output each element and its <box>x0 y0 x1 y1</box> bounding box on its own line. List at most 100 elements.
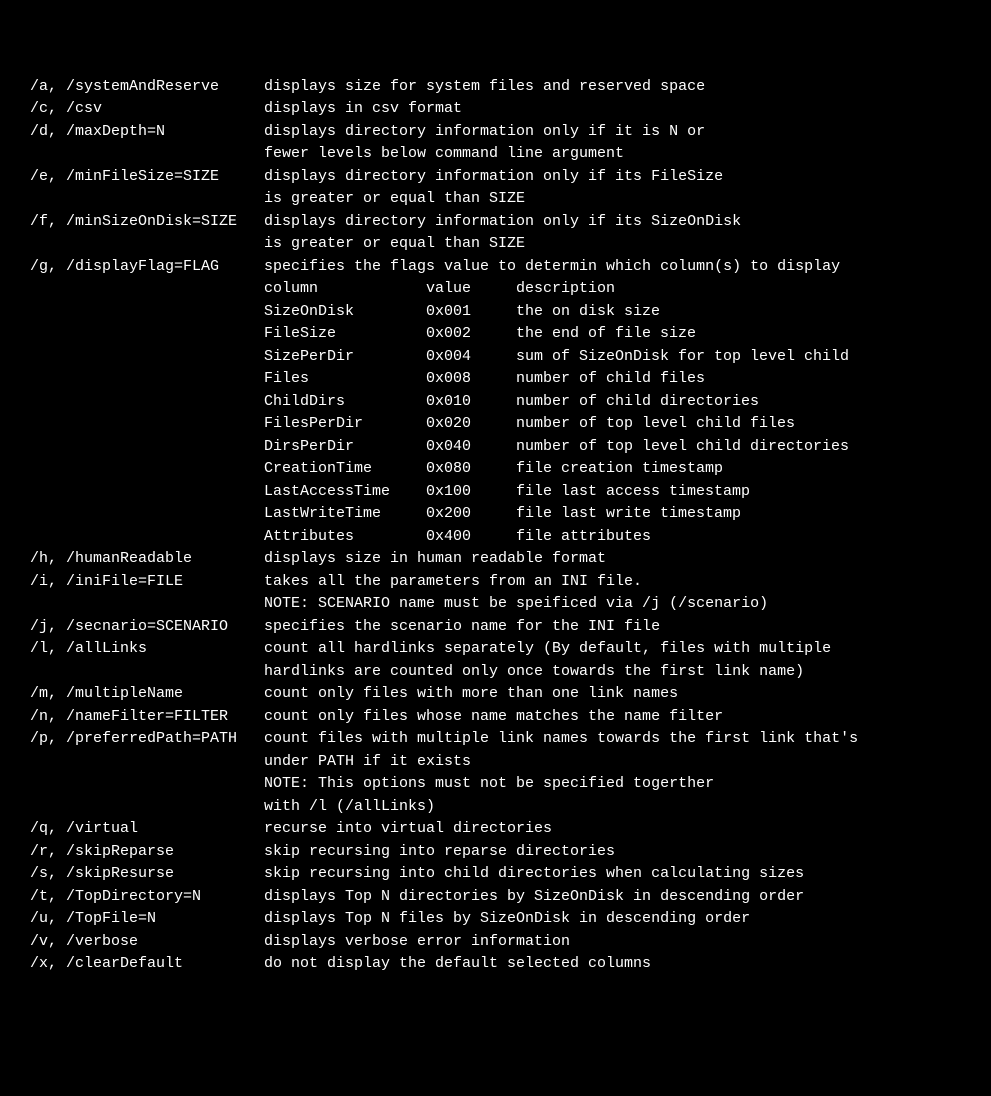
option-flags: /d, /maxDepth=N <box>12 121 264 144</box>
help-option-row: /q, /virtualrecurse into virtual directo… <box>12 818 979 841</box>
option-flags: /n, /nameFilter=FILTER <box>12 706 264 729</box>
flag-table-row: LastWriteTime0x200file last write timest… <box>12 503 979 526</box>
flag-table-row: ChildDirs0x010number of child directorie… <box>12 391 979 414</box>
flag-column-name: column <box>264 278 426 301</box>
flag-description: description <box>516 278 979 301</box>
flag-column-name: SizeOnDisk <box>264 301 426 324</box>
flag-column-name: SizePerDir <box>264 346 426 369</box>
option-description: do not display the default selected colu… <box>264 953 979 976</box>
flag-description: sum of SizeOnDisk for top level child <box>516 346 979 369</box>
option-description: displays directory information only if i… <box>264 166 979 189</box>
flag-column-name: CreationTime <box>264 458 426 481</box>
option-flags: /c, /csv <box>12 98 264 121</box>
option-flags: /q, /virtual <box>12 818 264 841</box>
option-description: takes all the parameters from an INI fil… <box>264 571 979 594</box>
option-description-continuation: NOTE: SCENARIO name must be speificed vi… <box>12 593 979 616</box>
flag-table-row: DirsPerDir0x040number of top level child… <box>12 436 979 459</box>
flag-description: the on disk size <box>516 301 979 324</box>
flag-description: number of top level child directories <box>516 436 979 459</box>
option-description: count only files with more than one link… <box>264 683 979 706</box>
flag-description: number of child directories <box>516 391 979 414</box>
flag-description: number of child files <box>516 368 979 391</box>
option-flags: /g, /displayFlag=FLAG <box>12 256 264 279</box>
flag-table-row: LastAccessTime0x100file last access time… <box>12 481 979 504</box>
option-description-continuation: fewer levels below command line argument <box>12 143 979 166</box>
option-flags: /e, /minFileSize=SIZE <box>12 166 264 189</box>
flag-table-row: CreationTime0x080file creation timestamp <box>12 458 979 481</box>
help-option-row: /v, /verbosedisplays verbose error infor… <box>12 931 979 954</box>
flag-column-name: LastAccessTime <box>264 481 426 504</box>
flag-description: file last access timestamp <box>516 481 979 504</box>
flag-value: 0x002 <box>426 323 516 346</box>
help-option-row: /d, /maxDepth=Ndisplays directory inform… <box>12 121 979 144</box>
flag-table-row: Attributes0x400file attributes <box>12 526 979 549</box>
help-option-row: /p, /preferredPath=PATHcount files with … <box>12 728 979 751</box>
help-option-row: /g, /displayFlag=FLAGspecifies the flags… <box>12 256 979 279</box>
help-option-row: /i, /iniFile=FILEtakes all the parameter… <box>12 571 979 594</box>
option-description: displays directory information only if i… <box>264 121 979 144</box>
option-description-continuation: with /l (/allLinks) <box>12 796 979 819</box>
option-flags: /t, /TopDirectory=N <box>12 886 264 909</box>
option-flags: /l, /allLinks <box>12 638 264 661</box>
flag-description: the end of file size <box>516 323 979 346</box>
flag-description: file last write timestamp <box>516 503 979 526</box>
flag-value: 0x040 <box>426 436 516 459</box>
option-description: count only files whose name matches the … <box>264 706 979 729</box>
option-flags: /x, /clearDefault <box>12 953 264 976</box>
help-option-row: /j, /secnario=SCENARIOspecifies the scen… <box>12 616 979 639</box>
help-option-row: /l, /allLinkscount all hardlinks separat… <box>12 638 979 661</box>
flag-column-name: DirsPerDir <box>264 436 426 459</box>
flag-column-name: Attributes <box>264 526 426 549</box>
flag-value: 0x001 <box>426 301 516 324</box>
flag-table-row: SizePerDir0x004sum of SizeOnDisk for top… <box>12 346 979 369</box>
option-description: displays verbose error information <box>264 931 979 954</box>
flag-column-name: LastWriteTime <box>264 503 426 526</box>
option-description: specifies the scenario name for the INI … <box>264 616 979 639</box>
flag-description: file creation timestamp <box>516 458 979 481</box>
flag-value: 0x400 <box>426 526 516 549</box>
option-description-continuation: is greater or equal than SIZE <box>12 233 979 256</box>
option-flags: /i, /iniFile=FILE <box>12 571 264 594</box>
option-flags: /p, /preferredPath=PATH <box>12 728 264 751</box>
option-description: specifies the flags value to determin wh… <box>264 256 979 279</box>
terminal-output: /a, /systemAndReservedisplays size for s… <box>12 76 979 976</box>
flag-value: 0x020 <box>426 413 516 436</box>
option-description: recurse into virtual directories <box>264 818 979 841</box>
option-description-continuation: under PATH if it exists <box>12 751 979 774</box>
option-description-continuation: is greater or equal than SIZE <box>12 188 979 211</box>
option-description: skip recursing into child directories wh… <box>264 863 979 886</box>
flag-value: 0x008 <box>426 368 516 391</box>
option-description: displays size in human readable format <box>264 548 979 571</box>
help-option-row: /m, /multipleNamecount only files with m… <box>12 683 979 706</box>
option-description: skip recursing into reparse directories <box>264 841 979 864</box>
help-option-row: /x, /clearDefaultdo not display the defa… <box>12 953 979 976</box>
flag-value: 0x080 <box>426 458 516 481</box>
option-flags: /h, /humanReadable <box>12 548 264 571</box>
option-description: count all hardlinks separately (By defau… <box>264 638 979 661</box>
flag-description: file attributes <box>516 526 979 549</box>
option-description: displays size for system files and reser… <box>264 76 979 99</box>
option-flags: /a, /systemAndReserve <box>12 76 264 99</box>
help-option-row: /c, /csvdisplays in csv format <box>12 98 979 121</box>
help-option-row: /n, /nameFilter=FILTERcount only files w… <box>12 706 979 729</box>
flag-value: 0x010 <box>426 391 516 414</box>
help-option-row: /a, /systemAndReservedisplays size for s… <box>12 76 979 99</box>
option-flags: /m, /multipleName <box>12 683 264 706</box>
option-description-continuation: hardlinks are counted only once towards … <box>12 661 979 684</box>
option-description: displays directory information only if i… <box>264 211 979 234</box>
flag-table-row: Files0x008number of child files <box>12 368 979 391</box>
help-option-row: /s, /skipResurseskip recursing into chil… <box>12 863 979 886</box>
help-option-row: /t, /TopDirectory=Ndisplays Top N direct… <box>12 886 979 909</box>
option-description: displays Top N files by SizeOnDisk in de… <box>264 908 979 931</box>
help-option-row: /h, /humanReadabledisplays size in human… <box>12 548 979 571</box>
option-flags: /v, /verbose <box>12 931 264 954</box>
option-flags: /u, /TopFile=N <box>12 908 264 931</box>
flag-value: 0x100 <box>426 481 516 504</box>
flag-value: 0x200 <box>426 503 516 526</box>
flag-column-name: Files <box>264 368 426 391</box>
option-flags: /f, /minSizeOnDisk=SIZE <box>12 211 264 234</box>
help-option-row: /e, /minFileSize=SIZEdisplays directory … <box>12 166 979 189</box>
option-description: count files with multiple link names tow… <box>264 728 979 751</box>
option-flags: /s, /skipResurse <box>12 863 264 886</box>
option-description-continuation: NOTE: This options must not be specified… <box>12 773 979 796</box>
